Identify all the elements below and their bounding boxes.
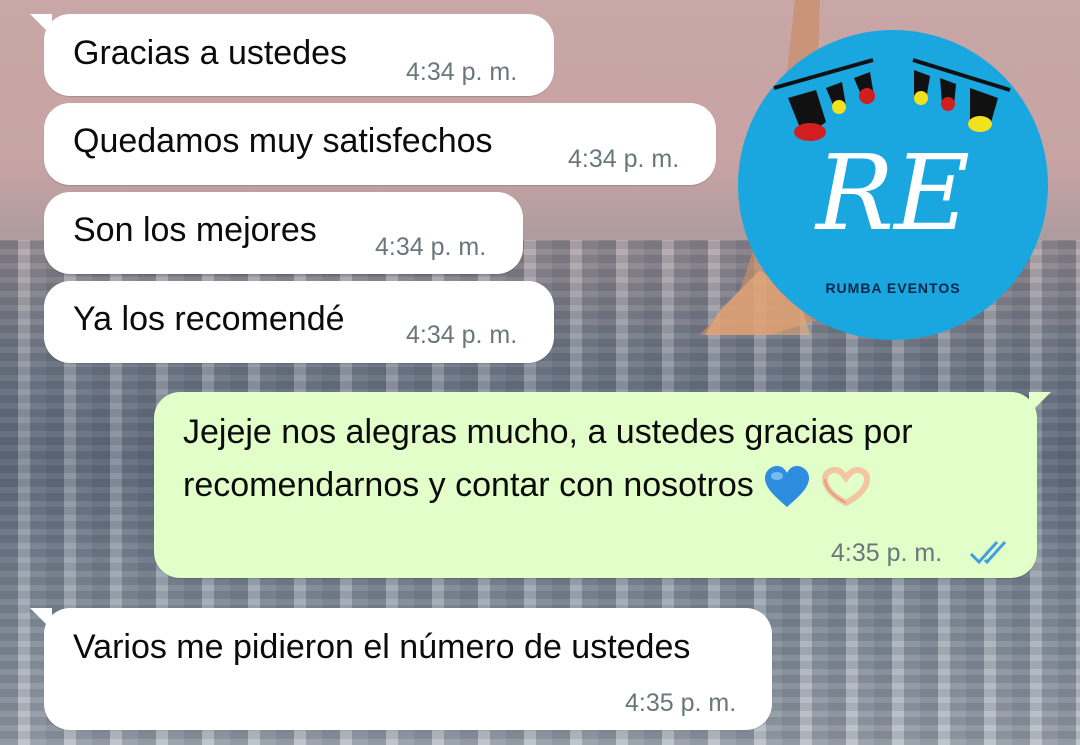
read-receipt-double-check-icon xyxy=(969,540,1007,565)
message-timestamp: 4:34 p. m. xyxy=(406,321,518,349)
message-bubble-outgoing[interactable]: Jejeje nos alegras mucho, a ustedes grac… xyxy=(154,392,1051,578)
message-bubble-incoming[interactable]: Ya los recomendé 4:34 p. m. xyxy=(44,281,554,363)
rumba-eventos-sticker[interactable]: RE RUMBA EVENTOS xyxy=(738,30,1048,340)
message-text-line2: recomendarnos y contar con nosotros xyxy=(183,463,871,509)
message-bubble-incoming[interactable]: Varios me pidieron el número de ustedes … xyxy=(30,608,772,730)
message-bubble-incoming[interactable]: Gracias a ustedes 4:34 p. m. xyxy=(30,14,554,96)
logo-monogram: RE xyxy=(815,132,971,254)
message-text: Quedamos muy satisfechos xyxy=(73,122,493,160)
message-bubble-incoming[interactable]: Son los mejores 4:34 p. m. xyxy=(44,192,523,274)
heart-hands-icon xyxy=(821,467,870,507)
message-timestamp: 4:34 p. m. xyxy=(568,145,680,173)
message-text: Ya los recomendé xyxy=(73,300,345,338)
message-timestamp: 4:35 p. m. xyxy=(625,689,737,717)
blue-heart-icon xyxy=(765,466,810,508)
message-text: Son los mejores xyxy=(73,211,317,249)
message-text: Gracias a ustedes xyxy=(73,34,348,72)
message-timestamp: 4:35 p. m. xyxy=(831,539,943,567)
message-text: recomendarnos y contar con nosotros xyxy=(183,466,754,504)
message-timestamp: 4:34 p. m. xyxy=(406,58,518,86)
message-text: Varios me pidieron el número de ustedes xyxy=(73,628,691,666)
message-text-line1: Jejeje nos alegras mucho, a ustedes grac… xyxy=(183,413,913,451)
message-bubble-incoming[interactable]: Quedamos muy satisfechos 4:34 p. m. xyxy=(44,103,716,185)
message-timestamp: 4:34 p. m. xyxy=(375,233,487,261)
logo-brand-text: RUMBA EVENTOS xyxy=(825,280,961,296)
